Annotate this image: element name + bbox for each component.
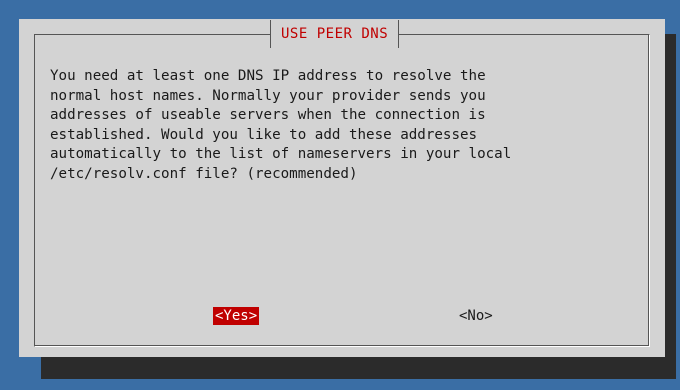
yes-button[interactable]: <Yes> [213,307,260,325]
no-button[interactable]: <No> [457,307,495,325]
dns-dialog: USE PEER DNS You need at least one DNS I… [19,19,665,357]
dialog-title-box: USE PEER DNS [270,20,400,48]
dialog-title: USE PEER DNS [281,26,389,42]
dialog-frame: USE PEER DNS You need at least one DNS I… [34,20,650,347]
dialog-message: You need at least one DNS IP address to … [50,68,512,182]
terminal-screen: USE PEER DNS You need at least one DNS I… [0,0,680,390]
